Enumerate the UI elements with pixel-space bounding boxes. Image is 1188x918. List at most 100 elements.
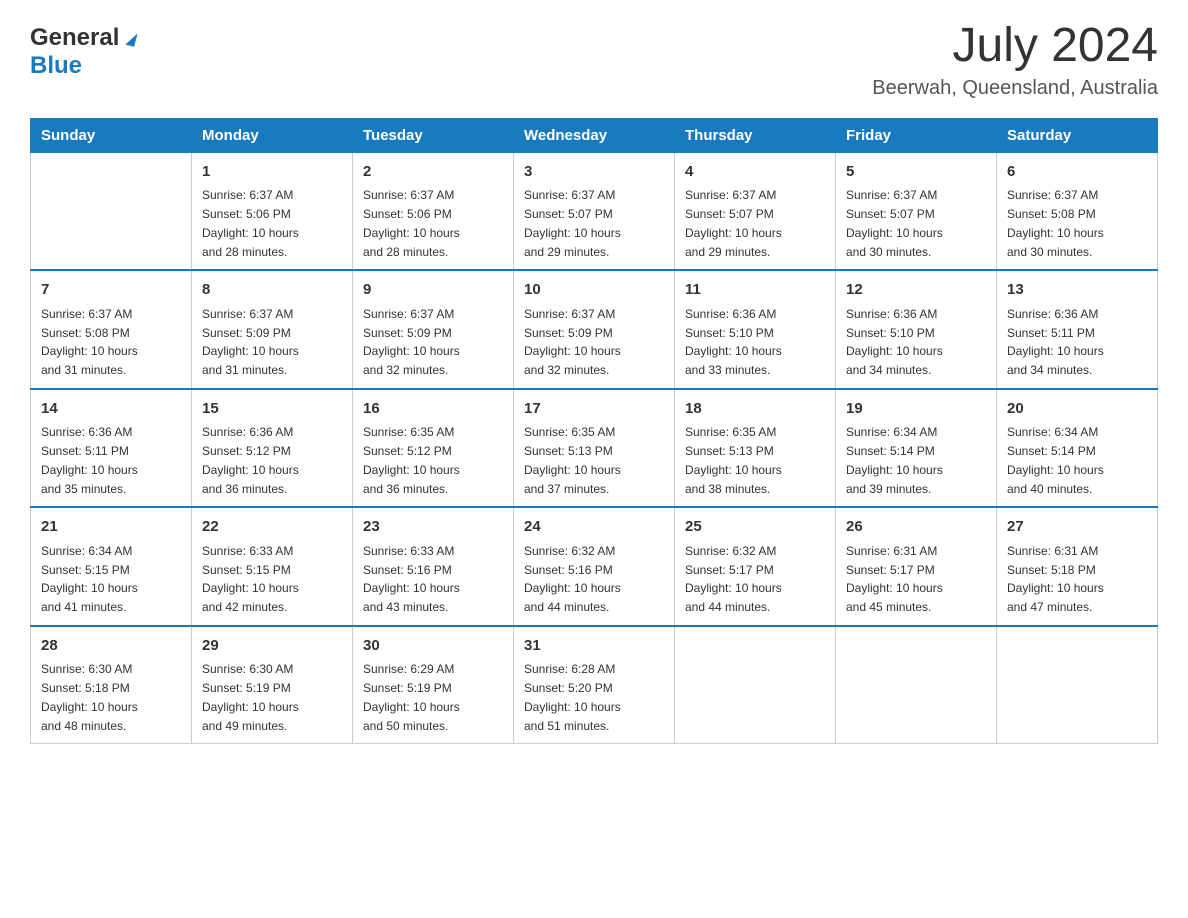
day-cell: 31Sunrise: 6:28 AMSunset: 5:20 PMDayligh…	[514, 626, 675, 744]
day-cell: 27 Sunrise: 6:31 AMSunset: 5:18 PMDayligh…	[997, 507, 1158, 626]
day-cell: 15 Sunrise: 6:36 AMSunset: 5:12 PMDayligh…	[192, 389, 353, 508]
day-info: Sunrise: 6:37 AMSunset: 5:09 PMDaylight:…	[202, 307, 299, 377]
day-header-wednesday: Wednesday	[514, 118, 675, 152]
day-cell: 5 Sunrise: 6:37 AMSunset: 5:07 PMDaylight…	[836, 152, 997, 270]
day-number: 20	[1007, 398, 1147, 421]
day-cell: 30 Sunrise: 6:29 AMSunset: 5:19 PMDayligh…	[353, 626, 514, 744]
day-info: Sunrise: 6:37 AMSunset: 5:08 PMDaylight:…	[41, 307, 138, 377]
day-cell	[31, 152, 192, 270]
day-info: Sunrise: 6:36 AMSunset: 5:12 PMDaylight:…	[202, 425, 299, 495]
day-info: Sunrise: 6:33 AMSunset: 5:16 PMDaylight:…	[363, 544, 460, 614]
day-info: Sunrise: 6:36 AMSunset: 5:10 PMDaylight:…	[846, 307, 943, 377]
day-info: Sunrise: 6:37 AMSunset: 5:06 PMDaylight:…	[202, 188, 299, 258]
day-number: 18	[685, 398, 825, 421]
week-row-2: 7 Sunrise: 6:37 AMSunset: 5:08 PMDaylight…	[31, 270, 1158, 389]
day-info: Sunrise: 6:37 AMSunset: 5:06 PMDaylight:…	[363, 188, 460, 258]
day-cell: 28 Sunrise: 6:30 AMSunset: 5:18 PMDayligh…	[31, 626, 192, 744]
day-number: 1	[202, 161, 342, 184]
day-cell	[675, 626, 836, 744]
calendar-header: SundayMondayTuesdayWednesdayThursdayFrid…	[31, 118, 1158, 152]
day-cell: 20 Sunrise: 6:34 AMSunset: 5:14 PMDayligh…	[997, 389, 1158, 508]
day-cell	[836, 626, 997, 744]
day-info: Sunrise: 6:34 AMSunset: 5:14 PMDaylight:…	[1007, 425, 1104, 495]
day-info: Sunrise: 6:34 AMSunset: 5:14 PMDaylight:…	[846, 425, 943, 495]
day-number: 30	[363, 635, 503, 658]
day-cell: 10 Sunrise: 6:37 AMSunset: 5:09 PMDayligh…	[514, 270, 675, 389]
day-number: 9	[363, 279, 503, 302]
day-cell: 23 Sunrise: 6:33 AMSunset: 5:16 PMDayligh…	[353, 507, 514, 626]
day-cell: 29 Sunrise: 6:30 AMSunset: 5:19 PMDayligh…	[192, 626, 353, 744]
day-cell: 17 Sunrise: 6:35 AMSunset: 5:13 PMDayligh…	[514, 389, 675, 508]
week-row-5: 28 Sunrise: 6:30 AMSunset: 5:18 PMDayligh…	[31, 626, 1158, 744]
day-header-saturday: Saturday	[997, 118, 1158, 152]
day-info: Sunrise: 6:36 AMSunset: 5:10 PMDaylight:…	[685, 307, 782, 377]
day-cell: 7 Sunrise: 6:37 AMSunset: 5:08 PMDaylight…	[31, 270, 192, 389]
day-number: 6	[1007, 161, 1147, 184]
day-header-monday: Monday	[192, 118, 353, 152]
day-number: 23	[363, 516, 503, 539]
day-info: Sunrise: 6:36 AMSunset: 5:11 PMDaylight:…	[41, 425, 138, 495]
day-info: Sunrise: 6:30 AMSunset: 5:18 PMDaylight:…	[41, 662, 138, 732]
logo-arrow-icon	[125, 31, 137, 47]
day-header-sunday: Sunday	[31, 118, 192, 152]
day-info: Sunrise: 6:34 AMSunset: 5:15 PMDaylight:…	[41, 544, 138, 614]
day-number: 29	[202, 635, 342, 658]
day-info: Sunrise: 6:31 AMSunset: 5:17 PMDaylight:…	[846, 544, 943, 614]
day-number: 16	[363, 398, 503, 421]
day-info: Sunrise: 6:36 AMSunset: 5:11 PMDaylight:…	[1007, 307, 1104, 377]
day-number: 15	[202, 398, 342, 421]
calendar-table: SundayMondayTuesdayWednesdayThursdayFrid…	[30, 118, 1158, 745]
day-cell: 21Sunrise: 6:34 AMSunset: 5:15 PMDayligh…	[31, 507, 192, 626]
day-number: 10	[524, 279, 664, 302]
day-cell: 8 Sunrise: 6:37 AMSunset: 5:09 PMDaylight…	[192, 270, 353, 389]
day-number: 31	[524, 635, 664, 658]
day-cell: 9 Sunrise: 6:37 AMSunset: 5:09 PMDaylight…	[353, 270, 514, 389]
day-info: Sunrise: 6:37 AMSunset: 5:07 PMDaylight:…	[846, 188, 943, 258]
day-number: 13	[1007, 279, 1147, 302]
day-cell: 22Sunrise: 6:33 AMSunset: 5:15 PMDayligh…	[192, 507, 353, 626]
logo-blue-text: Blue	[30, 52, 136, 80]
day-header-tuesday: Tuesday	[353, 118, 514, 152]
day-number: 7	[41, 279, 181, 302]
day-number: 26	[846, 516, 986, 539]
page-header: General Blue July 2024 Beerwah, Queensla…	[30, 20, 1158, 100]
day-number: 17	[524, 398, 664, 421]
day-header-thursday: Thursday	[675, 118, 836, 152]
day-number: 28	[41, 635, 181, 658]
day-cell: 19 Sunrise: 6:34 AMSunset: 5:14 PMDayligh…	[836, 389, 997, 508]
logo-general-text: General	[30, 24, 136, 52]
day-info: Sunrise: 6:35 AMSunset: 5:13 PMDaylight:…	[685, 425, 782, 495]
header-row: SundayMondayTuesdayWednesdayThursdayFrid…	[31, 118, 1158, 152]
day-cell: 11 Sunrise: 6:36 AMSunset: 5:10 PMDayligh…	[675, 270, 836, 389]
day-info: Sunrise: 6:29 AMSunset: 5:19 PMDaylight:…	[363, 662, 460, 732]
day-info: Sunrise: 6:37 AMSunset: 5:09 PMDaylight:…	[363, 307, 460, 377]
day-number: 3	[524, 161, 664, 184]
day-cell: 12Sunrise: 6:36 AMSunset: 5:10 PMDayligh…	[836, 270, 997, 389]
day-header-friday: Friday	[836, 118, 997, 152]
day-cell: 1 Sunrise: 6:37 AMSunset: 5:06 PMDaylight…	[192, 152, 353, 270]
day-number: 5	[846, 161, 986, 184]
calendar-body: 1 Sunrise: 6:37 AMSunset: 5:06 PMDaylight…	[31, 152, 1158, 744]
day-info: Sunrise: 6:35 AMSunset: 5:13 PMDaylight:…	[524, 425, 621, 495]
day-info: Sunrise: 6:31 AMSunset: 5:18 PMDaylight:…	[1007, 544, 1104, 614]
day-number: 11	[685, 279, 825, 302]
day-number: 2	[363, 161, 503, 184]
day-cell: 16Sunrise: 6:35 AMSunset: 5:12 PMDayligh…	[353, 389, 514, 508]
day-number: 27	[1007, 516, 1147, 539]
title-block: July 2024 Beerwah, Queensland, Australia	[872, 20, 1158, 100]
day-info: Sunrise: 6:37 AMSunset: 5:09 PMDaylight:…	[524, 307, 621, 377]
logo-wordmark: General Blue	[30, 24, 136, 79]
day-info: Sunrise: 6:37 AMSunset: 5:07 PMDaylight:…	[685, 188, 782, 258]
logo: General Blue	[30, 20, 136, 79]
day-cell: 3Sunrise: 6:37 AMSunset: 5:07 PMDaylight…	[514, 152, 675, 270]
day-cell: 6Sunrise: 6:37 AMSunset: 5:08 PMDaylight…	[997, 152, 1158, 270]
day-number: 4	[685, 161, 825, 184]
day-info: Sunrise: 6:30 AMSunset: 5:19 PMDaylight:…	[202, 662, 299, 732]
day-info: Sunrise: 6:32 AMSunset: 5:16 PMDaylight:…	[524, 544, 621, 614]
week-row-1: 1 Sunrise: 6:37 AMSunset: 5:06 PMDaylight…	[31, 152, 1158, 270]
day-number: 19	[846, 398, 986, 421]
day-number: 8	[202, 279, 342, 302]
day-cell: 13 Sunrise: 6:36 AMSunset: 5:11 PMDayligh…	[997, 270, 1158, 389]
location-subtitle: Beerwah, Queensland, Australia	[872, 77, 1158, 100]
week-row-3: 14Sunrise: 6:36 AMSunset: 5:11 PMDayligh…	[31, 389, 1158, 508]
